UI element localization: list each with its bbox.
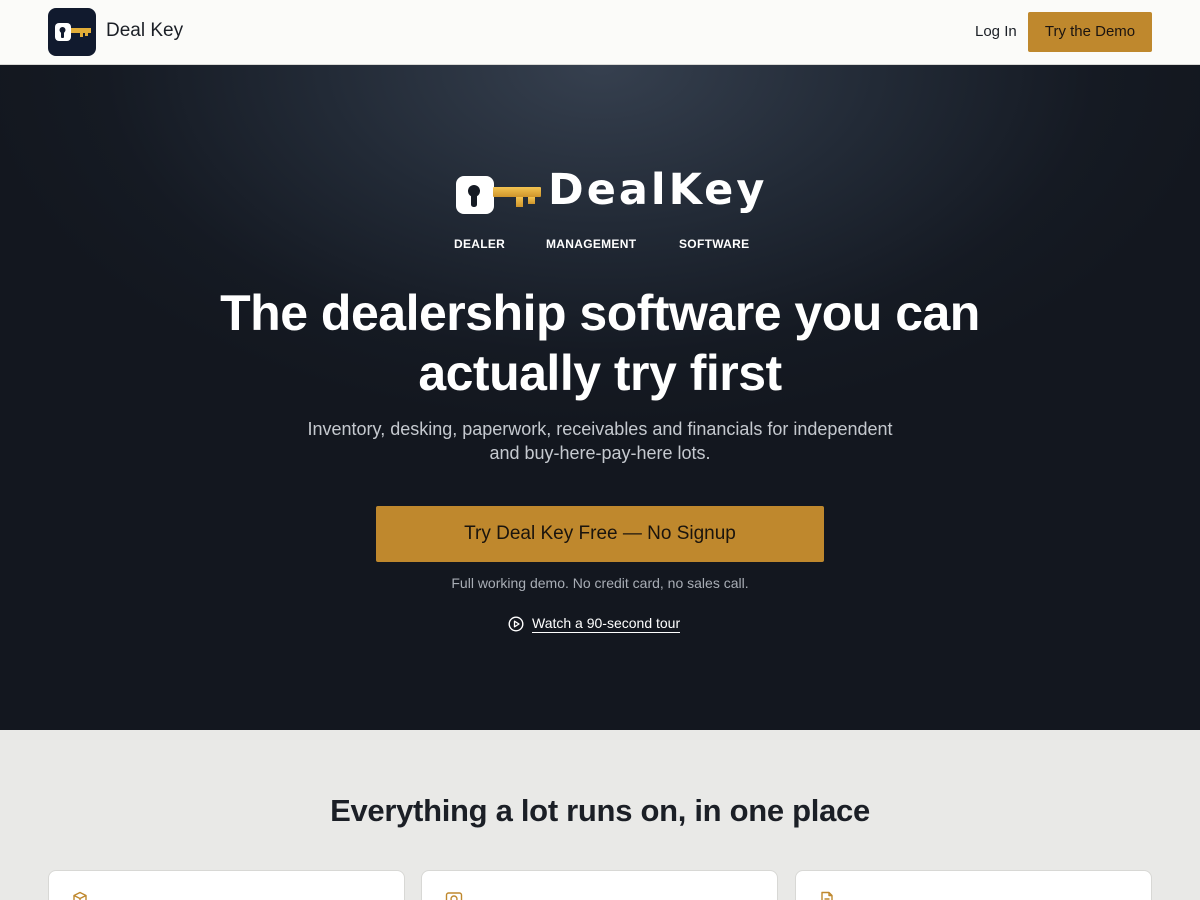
tagline-management: MANAGEMENT [546, 237, 637, 251]
brand-logo[interactable] [48, 8, 96, 56]
try-demo-button[interactable]: Try the Demo [1028, 12, 1152, 52]
demo-note: Full working demo. No credit card, no sa… [451, 575, 749, 591]
hero-headline: The dealership software you can actually… [220, 285, 980, 401]
watch-tour-link[interactable]: Watch a 90-second tour [532, 615, 681, 633]
hero-section: DealKey DEALER MANAGEMENT SOFTWARE The d… [0, 65, 1200, 730]
dealkey-logo-icon [456, 176, 541, 214]
key-icon [55, 23, 91, 41]
dollar-badge-icon [445, 892, 463, 900]
box-icon [73, 891, 87, 900]
brand-name[interactable]: Deal Key [106, 20, 183, 42]
document-icon [821, 891, 833, 900]
feature-card-desking[interactable] [421, 870, 778, 900]
features-title: Everything a lot runs on, in one place [330, 793, 870, 828]
hero-wordmark: DealKey [548, 165, 768, 215]
tagline-dealer: DEALER [454, 237, 506, 251]
hero-subheadline: Inventory, desking, paperwork, receivabl… [307, 419, 893, 463]
top-navbar: Deal Key Log In Try the Demo [0, 0, 1200, 65]
login-link[interactable]: Log In [975, 23, 1017, 40]
feature-card-paperwork[interactable] [795, 870, 1152, 900]
tagline-software: SOFTWARE [679, 237, 750, 251]
try-free-button[interactable]: Try Deal Key Free — No Signup [376, 506, 824, 562]
play-circle-icon[interactable] [508, 616, 524, 632]
feature-card-inventory[interactable] [48, 870, 405, 900]
